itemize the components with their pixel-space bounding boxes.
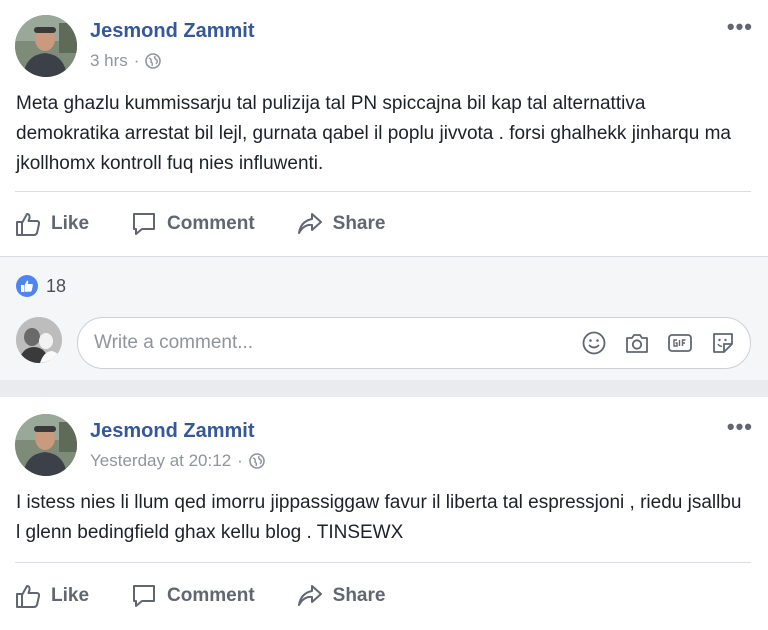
post-timestamp[interactable]: 3 hrs	[90, 51, 128, 71]
comment-button[interactable]: Comment	[131, 211, 255, 237]
divider	[15, 191, 751, 192]
post-meta: Yesterday at 20:12 ·	[90, 451, 265, 471]
comment-input[interactable]	[94, 318, 554, 368]
camera-icon[interactable]	[624, 330, 650, 356]
comment-label: Comment	[167, 213, 255, 234]
like-label: Like	[51, 585, 90, 606]
like-button[interactable]: Like	[15, 583, 89, 609]
post-timestamp[interactable]: Yesterday at 20:12	[90, 451, 231, 471]
more-options-icon[interactable]: •••	[727, 416, 753, 438]
share-label: Share	[332, 585, 386, 606]
share-icon	[297, 213, 322, 234]
comment-button[interactable]: Comment	[131, 583, 255, 609]
reaction-count: 18	[46, 275, 67, 296]
thumbs-up-icon	[16, 585, 41, 608]
like-button[interactable]: Like	[15, 211, 89, 237]
share-button[interactable]: Share	[297, 211, 386, 237]
meta-separator: ·	[237, 451, 243, 470]
share-button[interactable]: Share	[297, 583, 386, 609]
divider	[15, 562, 751, 563]
meta-separator: ·	[133, 51, 140, 70]
comment-icon	[133, 213, 156, 235]
composer-tools	[581, 330, 736, 356]
post-text: I istess nies li llum qed imorru jippass…	[16, 492, 742, 543]
comment-icon	[133, 585, 156, 607]
thumbs-up-icon	[16, 213, 41, 236]
share-icon	[297, 585, 322, 606]
author-name[interactable]: Jesmond Zammit	[90, 420, 254, 443]
post-actions: Like Comment Share	[15, 576, 751, 616]
post-card: Jesmond Zammit 3 hrs · ••• Meta ghazlu k…	[0, 0, 768, 380]
post-meta: 3 hrs ·	[90, 51, 162, 71]
post-card: Jesmond Zammit Yesterday at 20:12 · ••• …	[0, 397, 768, 630]
post-actions: Like Comment Share	[15, 204, 751, 244]
comment-composer	[77, 317, 751, 369]
globe-icon	[145, 53, 162, 69]
gif-icon[interactable]	[667, 330, 693, 356]
reaction-summary[interactable]: 18	[16, 275, 66, 297]
share-label: Share	[332, 213, 386, 234]
sticker-icon[interactable]	[710, 330, 736, 356]
emoji-icon[interactable]	[581, 330, 607, 356]
post-text: Meta ghazlu kummissarju tal pulizija tal…	[16, 93, 731, 174]
like-label: Like	[51, 213, 90, 234]
like-reaction-icon	[16, 275, 38, 297]
globe-icon	[249, 453, 265, 469]
current-user-avatar	[16, 317, 62, 363]
author-avatar[interactable]	[15, 15, 77, 77]
author-avatar[interactable]	[15, 414, 77, 476]
author-name[interactable]: Jesmond Zammit	[90, 20, 254, 43]
reactions-comments-area: 18	[0, 256, 768, 380]
comment-label: Comment	[167, 585, 255, 606]
more-options-icon[interactable]: •••	[727, 16, 753, 38]
